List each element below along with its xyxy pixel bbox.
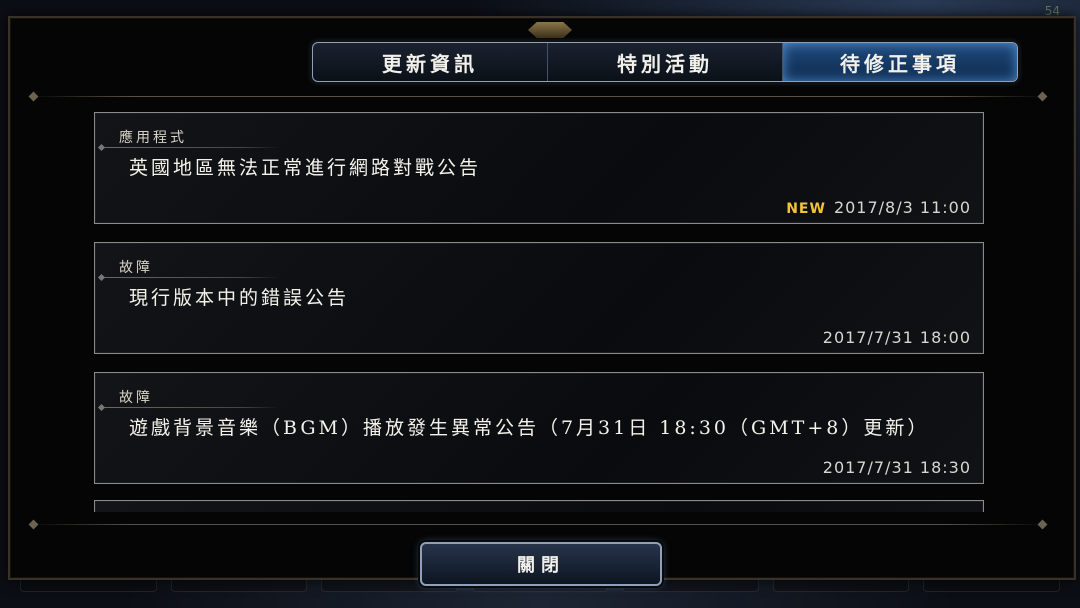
notice-meta: 2017/7/31 18:00: [823, 328, 971, 347]
notice-card[interactable]: 故障 現行版本中的錯誤公告 2017/7/31 18:00: [94, 242, 984, 354]
notice-tabs: 更新資訊 特別活動 待修正事項: [312, 42, 1018, 82]
ornament-gem-icon: [528, 22, 572, 38]
divider-top: [30, 96, 1046, 97]
new-badge: NEW: [786, 201, 826, 217]
notice-category: 應用程式: [119, 130, 187, 146]
notice-title: 遊戲背景音樂（BGM）播放發生異常公告（7月31日 18:30（GMT+8）更新…: [129, 417, 930, 439]
notice-category: 故障: [119, 260, 153, 276]
notice-card[interactable]: 故障 遊戲背景音樂（BGM）播放發生異常公告（7月31日 18:30（GMT+8…: [94, 372, 984, 484]
divider-bottom: [30, 524, 1046, 525]
category-underline: [101, 277, 279, 278]
notice-datetime: 2017/8/3 11:00: [833, 198, 971, 217]
notice-title: 英國地區無法正常進行網路對戰公告: [129, 157, 482, 179]
notice-datetime: 2017/7/31 18:30: [822, 458, 971, 477]
category-underline: [101, 407, 279, 408]
tab-known-issues[interactable]: 待修正事項: [783, 43, 1017, 81]
notice-card[interactable]: 應用程式 英國地區無法正常進行網路對戰公告 NEW 2017/8/3 11:00: [94, 112, 984, 224]
notice-list[interactable]: 應用程式 英國地區無法正常進行網路對戰公告 NEW 2017/8/3 11:00…: [94, 112, 986, 512]
close-button[interactable]: 關閉: [420, 542, 662, 586]
category-underline: [101, 147, 279, 148]
notice-datetime: 2017/7/31 18:00: [822, 328, 971, 347]
notice-card-partial[interactable]: [94, 500, 984, 512]
notice-meta: NEW 2017/8/3 11:00: [786, 198, 971, 217]
notice-meta: 2017/7/31 18:30: [823, 458, 971, 477]
notice-title: 現行版本中的錯誤公告: [129, 287, 350, 309]
tab-update-info[interactable]: 更新資訊: [313, 43, 548, 81]
notice-category: 故障: [119, 390, 153, 406]
tab-special-events[interactable]: 特別活動: [548, 43, 783, 81]
